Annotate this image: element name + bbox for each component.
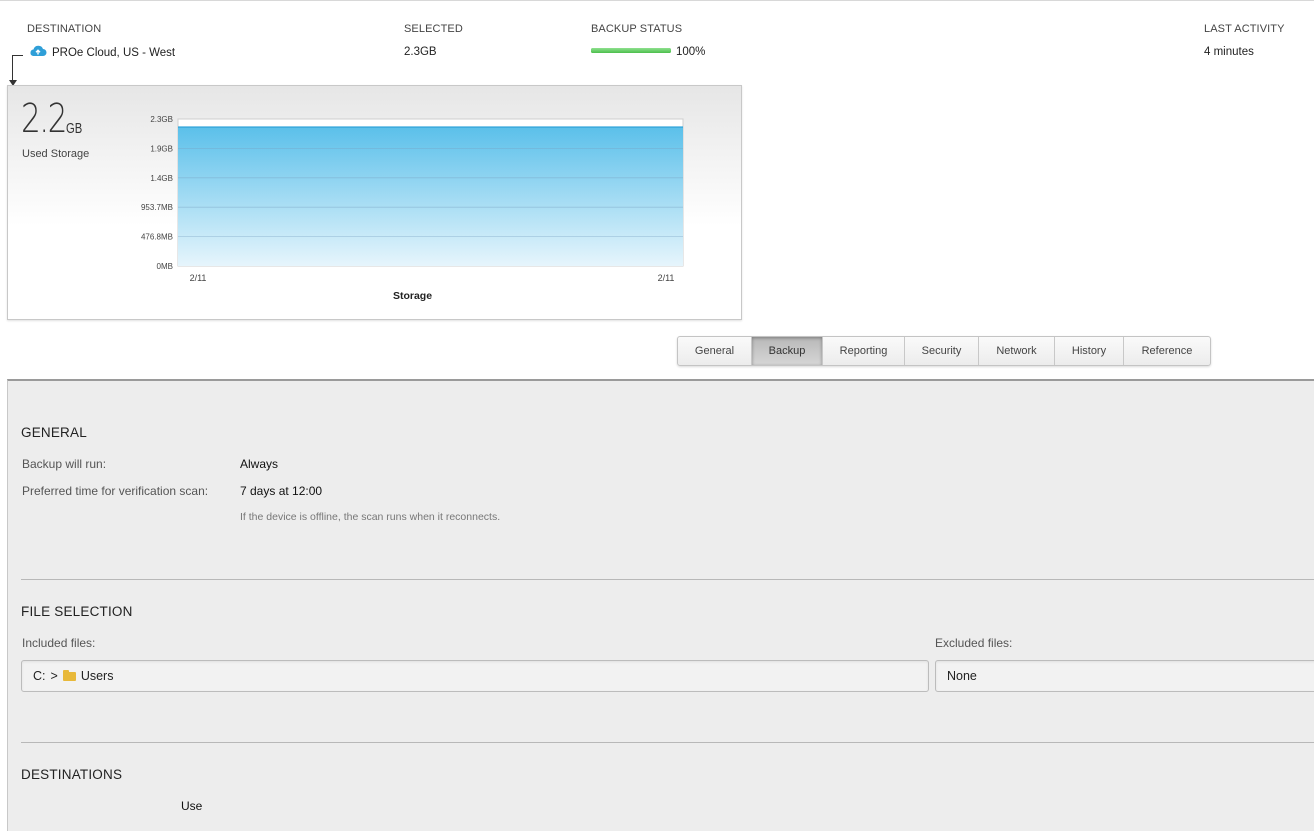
cloud-upload-icon — [29, 45, 47, 60]
included-files-label: Included files: — [22, 636, 96, 650]
chart-x-axis-label: Storage — [393, 290, 432, 302]
included-files-field[interactable]: C: > Users — [21, 660, 929, 692]
folder-icon — [62, 670, 76, 681]
x-tick-label: 2/11 — [658, 273, 675, 283]
tab-security[interactable]: Security — [905, 337, 979, 365]
backup-run-value: Always — [240, 457, 279, 471]
included-drive: C: — [33, 669, 46, 683]
backup-status-percent: 100% — [676, 46, 706, 58]
verification-scan-label: Preferred time for verification scan: — [22, 484, 209, 498]
last-activity-value: 4 minutes — [1204, 46, 1254, 58]
y-tick-label: 2.3GB — [150, 115, 173, 124]
y-tick-label: 1.9GB — [150, 144, 173, 153]
section-divider — [21, 579, 1314, 580]
tab-backup[interactable]: Backup — [752, 337, 823, 365]
y-tick-label: 0MB — [157, 262, 173, 271]
top-divider — [0, 0, 1314, 1]
storage-chart-panel: 2.2 GB Used Storage 0MB 476.8MB 953.7MB 1.4… — [7, 85, 742, 320]
y-tick-label: 476.8MB — [141, 233, 173, 242]
tab-history[interactable]: History — [1055, 337, 1124, 365]
y-tick-label: 953.7MB — [141, 203, 173, 212]
destinations-use-header: Use — [181, 799, 203, 813]
destination-cell[interactable]: PROe Cloud, US - West — [29, 45, 175, 60]
selected-column-header: SELECTED — [404, 23, 463, 35]
backup-progress-bar — [591, 48, 671, 53]
destination-column-header: DESTINATION — [27, 23, 102, 35]
last-activity-column-header: LAST ACTIVITY — [1204, 23, 1285, 35]
selected-size: 2.3GB — [404, 46, 437, 58]
destination-name: PROe Cloud, US - West — [52, 46, 176, 59]
general-section-title: GENERAL — [21, 425, 87, 440]
included-folder: Users — [80, 669, 114, 683]
y-tick-label: 1.4GB — [150, 174, 173, 183]
verification-scan-value: 7 days at 12:00 — [240, 484, 323, 498]
x-tick-label: 2/11 — [190, 273, 207, 283]
excluded-files-value: None — [947, 669, 977, 683]
tab-reporting[interactable]: Reporting — [823, 337, 905, 365]
backup-status-column-header: BACKUP STATUS — [591, 23, 683, 35]
verification-scan-note: If the device is offline, the scan runs … — [240, 511, 501, 523]
path-separator: > — [50, 669, 58, 683]
tab-network[interactable]: Network — [979, 337, 1055, 365]
destinations-section-title: DESTINATIONS — [21, 767, 123, 782]
tab-general[interactable]: General — [678, 337, 752, 365]
section-divider — [21, 742, 1314, 743]
backup-run-label: Backup will run: — [22, 457, 107, 471]
detail-tabs: General Backup Reporting Security Network His… — [677, 336, 1211, 366]
storage-area — [178, 127, 683, 266]
excluded-files-label: Excluded files: — [935, 636, 1013, 650]
backup-settings-panel: GENERAL Backup will run: Always Preferre… — [7, 379, 1314, 831]
file-selection-section-title: FILE SELECTION — [21, 604, 133, 619]
excluded-files-field[interactable]: None — [935, 660, 1314, 692]
tab-reference[interactable]: Reference — [1124, 337, 1210, 365]
storage-chart: 0MB 476.8MB 953.7MB 1.4GB 1.9GB 2.3GB 2/11 2/11… — [141, 115, 684, 302]
